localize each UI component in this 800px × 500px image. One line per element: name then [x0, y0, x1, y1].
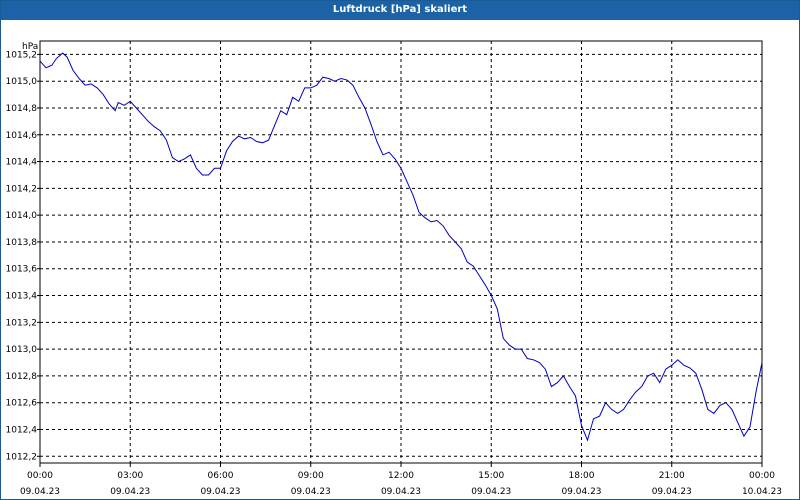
y-tick-label: 1013,8 [6, 238, 38, 248]
x-tick-date-label: 09.04.23 [110, 487, 150, 497]
x-tick-time-label: 12:00 [388, 471, 414, 481]
x-tick-time-label: 21:00 [659, 471, 685, 481]
y-tick-label: 1013,2 [6, 318, 38, 328]
y-tick-label: 1015,2 [6, 50, 38, 60]
x-tick-date-label: 09.04.23 [381, 487, 421, 497]
y-tick-label: 1013,4 [6, 292, 38, 302]
x-tick-date-label: 09.04.23 [20, 487, 60, 497]
y-axis-ticks: 1015,2 1015,0 1014,8 1014,6 1014,4 1014,2 1014… [6, 50, 40, 462]
x-tick-date-label: 09.04.23 [200, 487, 240, 497]
x-tick-time-label: 09:00 [298, 471, 324, 481]
x-tick-time-label: 18:00 [569, 471, 595, 481]
x-tick-time-label: 00:00 [27, 471, 53, 481]
x-tick-date-label: 09.04.23 [561, 487, 601, 497]
y-tick-label: 1012,8 [6, 372, 38, 382]
y-tick-label: 1015,0 [6, 77, 38, 87]
x-tick-time-label: 03:00 [117, 471, 143, 481]
chart-window: Luftdruck [hPa] skaliert hPa 1015,2 1015,… [0, 0, 800, 500]
y-tick-label: 1012,2 [6, 452, 38, 462]
x-tick-date-label: 10.04.23 [742, 487, 782, 497]
y-tick-label: 1014,8 [6, 104, 38, 114]
x-axis-ticks: 00:00 09.04.23 03:00 09.04.23 06:00 09.04.23 0… [20, 463, 782, 497]
chart-title: Luftdruck [hPa] skaliert [1, 1, 799, 20]
y-tick-label: 1013,0 [6, 345, 38, 355]
x-tick-date-label: 09.04.23 [652, 487, 692, 497]
grid [40, 41, 762, 463]
x-tick-date-label: 09.04.23 [471, 487, 511, 497]
y-tick-label: 1014,2 [6, 184, 38, 194]
y-tick-label: 1014,6 [6, 131, 38, 141]
y-tick-label: 1014,4 [6, 158, 38, 168]
x-tick-date-label: 09.04.23 [291, 487, 331, 497]
y-tick-label: 1012,4 [6, 426, 38, 436]
y-tick-label: 1013,6 [6, 265, 38, 275]
chart-plot: hPa 1015,21015,01014,81014,61014,41014,2… [6, 40, 782, 497]
x-tick-time-label: 15:00 [478, 471, 504, 481]
x-tick-time-label: 00:00 [749, 471, 775, 481]
y-tick-label: 1014,0 [6, 211, 38, 221]
x-tick-time-label: 06:00 [208, 471, 234, 481]
y-tick-label: 1012,6 [6, 399, 38, 409]
